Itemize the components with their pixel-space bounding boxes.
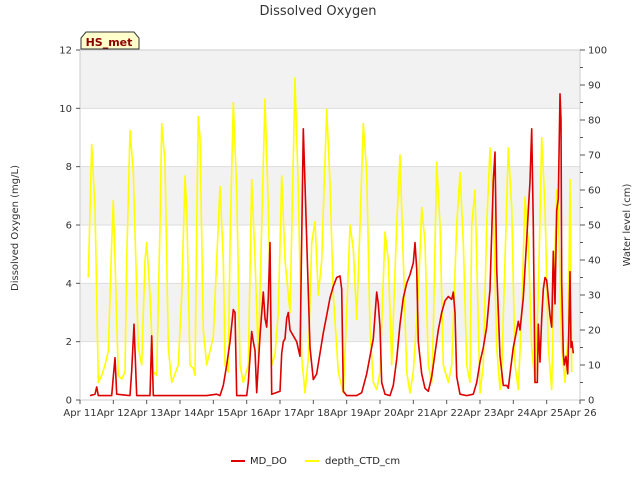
y-tick-label: 12	[59, 46, 72, 57]
y-tick-label: 8	[66, 162, 72, 173]
y2-tick-label: 10	[588, 361, 601, 372]
y2-tick-label: 60	[588, 186, 601, 197]
x-tick-label: Apr 14	[163, 408, 196, 419]
legend-label-md-do: MD_DO	[250, 456, 287, 467]
x-tick-label: Apr 25	[530, 408, 563, 419]
x-tick-label: Apr 20	[363, 408, 396, 419]
y-tick-label: 0	[66, 396, 72, 407]
x-tick-label: Apr 13	[130, 408, 163, 419]
x-tick-label: Apr 23	[463, 408, 496, 419]
x-tick-label: Apr 12	[97, 408, 130, 419]
x-tick-label: Apr 15	[197, 408, 230, 419]
y-tick-label: 2	[66, 337, 72, 348]
left-y-axis: 0 2 4 6 8 10 12	[59, 46, 80, 407]
x-axis: Apr 11 Apr 12 Apr 13 Apr 14 Apr 15 Apr 16 Apr …	[63, 400, 597, 419]
x-tick-label: Apr 26	[563, 408, 596, 419]
y2-tick-label: 0	[588, 396, 594, 407]
x-tick-label: Apr 19	[330, 408, 363, 419]
y2-tick-label: 30	[588, 291, 601, 302]
y-tick-label: 10	[59, 104, 72, 115]
y2-tick-label: 40	[588, 256, 601, 267]
y2-tick-label: 70	[588, 151, 601, 162]
background-band	[80, 341, 580, 400]
x-tick-label: Apr 11	[63, 408, 96, 419]
site-badge: HS_met	[80, 31, 140, 50]
chart-title: Dissolved Oxygen	[260, 4, 377, 19]
y2-tick-label: 50	[588, 221, 601, 232]
dissolved-oxygen-chart: Dissolved Oxygen 0 2 4 6 8 10 12 0 10 20 30 40 50 60…	[10, 4, 633, 467]
x-tick-label: Apr 21	[397, 408, 430, 419]
background-band	[80, 283, 580, 342]
y2-tick-label: 80	[588, 116, 601, 127]
badge-label: HS_met	[86, 36, 133, 49]
legend-label-depth-ctd: depth_CTD_cm	[325, 456, 400, 467]
y2-tick-label: 100	[588, 46, 607, 57]
y-tick-label: 4	[66, 279, 72, 290]
background-band	[80, 50, 580, 109]
y2-tick-label: 20	[588, 326, 601, 337]
x-tick-label: Apr 22	[430, 408, 463, 419]
right-y-axis: 0 10 20 30 40 50 60 70 80 90 100	[580, 46, 607, 407]
legend: MD_DO depth_CTD_cm	[231, 456, 400, 467]
x-tick-label: Apr 18	[297, 408, 330, 419]
x-tick-label: Apr 16	[230, 408, 263, 419]
x-tick-label: Apr 17	[263, 408, 296, 419]
y2-tick-label: 90	[588, 81, 601, 92]
y2-axis-title: Water level (cm)	[622, 184, 633, 267]
y-axis-title: Dissolved Oxygen (mg/L)	[10, 165, 21, 291]
background-band	[80, 108, 580, 167]
x-tick-label: Apr 24	[497, 408, 530, 419]
y-tick-label: 6	[66, 221, 72, 232]
